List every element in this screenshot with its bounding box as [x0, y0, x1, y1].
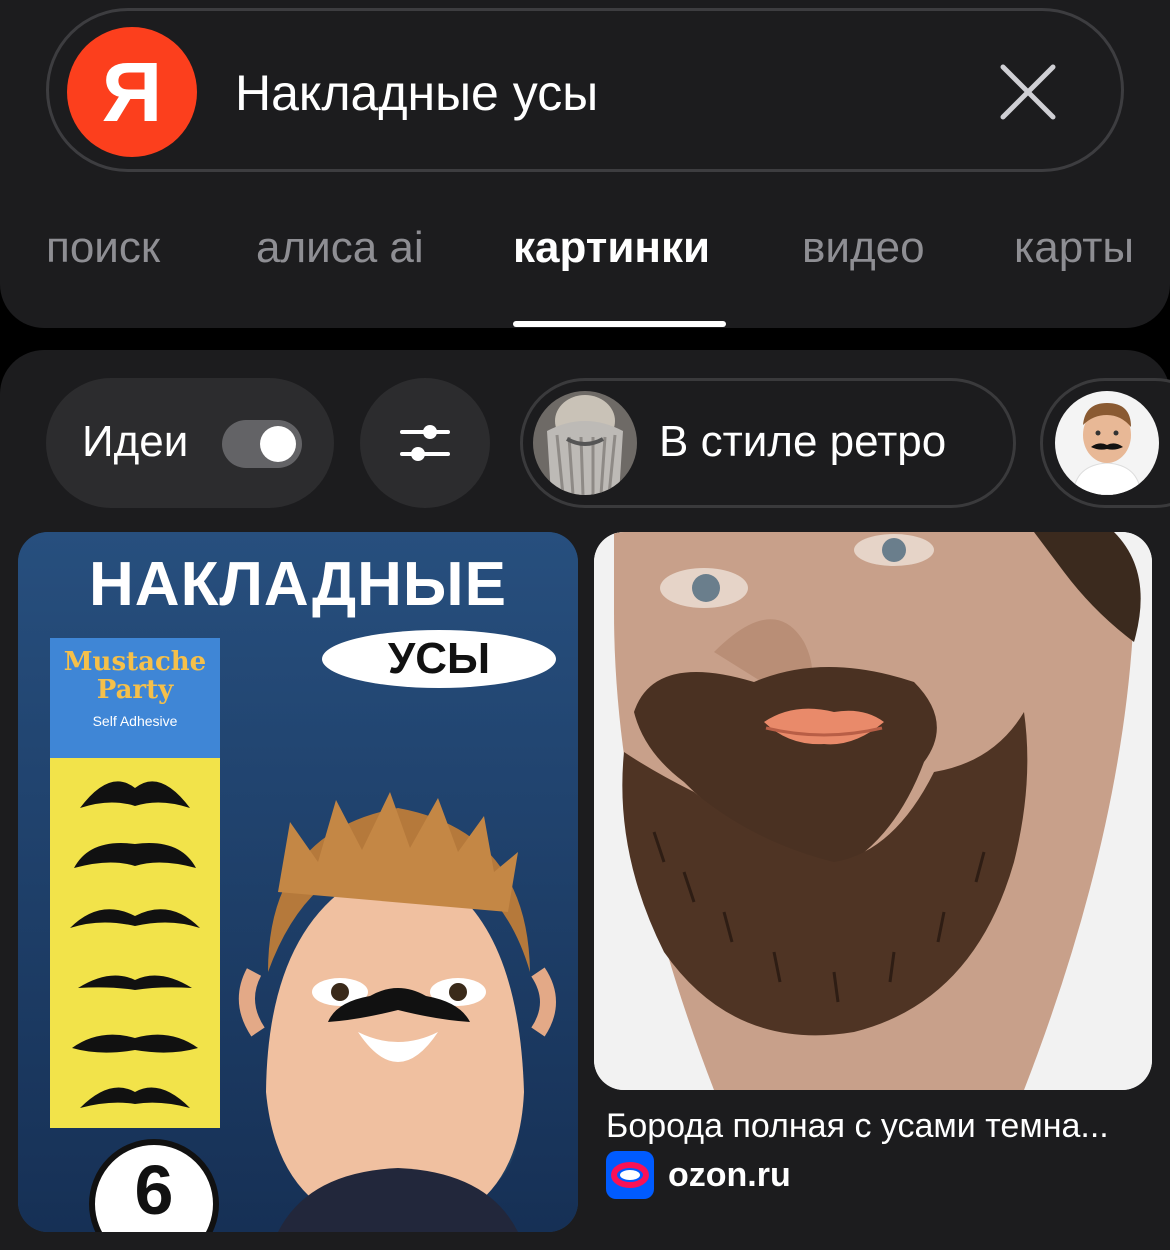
ideas-label: Идеи [82, 417, 189, 466]
yandex-logo[interactable]: Я [67, 27, 197, 157]
tab-images[interactable]: картинки [513, 220, 710, 276]
pack-strip [50, 758, 220, 1128]
boy-mustache-thumbnail [1055, 391, 1159, 495]
close-icon[interactable] [995, 59, 1061, 125]
tab-search[interactable]: поиск [46, 220, 160, 276]
search-bar[interactable]: Я Накладные усы [46, 8, 1124, 172]
ozon-icon [606, 1151, 654, 1199]
image-result-mustache-poster[interactable]: НАКЛАДНЫЕ УСЫ Mustache Party Self Adhesi… [18, 532, 578, 1232]
source-domain: ozon.ru [668, 1155, 791, 1194]
pack-header: Mustache Party Self Adhesive [50, 638, 220, 758]
filter-button[interactable] [360, 378, 490, 508]
retro-beard-thumbnail [533, 391, 637, 495]
poster-subtitle: УСЫ [322, 630, 556, 688]
tab-bar: поиск алиса ai картинки видео карты [0, 220, 1170, 328]
poster-title: НАКЛАДНЫЕ [89, 550, 507, 619]
active-tab-indicator [513, 321, 726, 327]
ideas-toggle[interactable] [222, 420, 302, 468]
toggle-knob [260, 426, 296, 462]
result-source[interactable]: ozon.ru [606, 1150, 791, 1200]
retro-style-chip[interactable]: В стиле ретро [520, 378, 1016, 508]
tab-video[interactable]: видео [802, 220, 925, 276]
suggestion-chip[interactable] [1040, 378, 1170, 508]
beard-photo [594, 532, 1152, 1090]
retro-style-label: В стиле ретро [659, 417, 947, 466]
sliders-icon [400, 425, 450, 461]
search-query[interactable]: Накладные усы [235, 63, 598, 123]
ideas-chip[interactable]: Идеи [46, 378, 334, 508]
pack-brand: Mustache Party Self Adhesive [63, 647, 207, 729]
tab-alice[interactable]: алиса ai [256, 220, 424, 276]
mustache-pack: Mustache Party Self Adhesive [50, 638, 220, 1128]
pack-count-badge: 6 [134, 1151, 174, 1229]
result-caption[interactable]: Борода полная с усами темна... [606, 1102, 1146, 1150]
image-result-beard[interactable] [594, 532, 1152, 1090]
tab-maps[interactable]: карты [1014, 220, 1134, 276]
